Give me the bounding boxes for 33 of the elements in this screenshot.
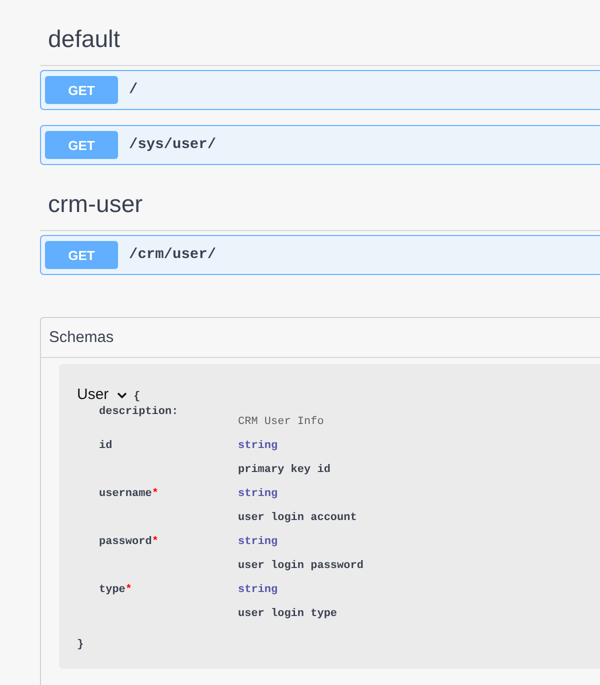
endpoint-row[interactable]: GET /crm/user/ (40, 235, 600, 275)
close-brace: } (77, 639, 84, 651)
model-description: CRM User Info (238, 416, 324, 428)
endpoint-row[interactable]: GET /sys/user/ (40, 125, 600, 165)
property-name: id (99, 440, 112, 452)
chevron-down-icon[interactable] (116, 392, 127, 398)
property-type: string (238, 584, 278, 596)
property-type: string (238, 536, 278, 548)
property-name: type (99, 584, 126, 596)
method-badge: GET (45, 131, 118, 159)
property-type: string (238, 440, 278, 452)
property-description: user login password (238, 560, 364, 572)
property-name: username (99, 488, 152, 500)
endpoint-row[interactable]: GET / (40, 70, 600, 110)
property-description: primary key id (238, 464, 330, 476)
model-name[interactable]: User (77, 386, 109, 402)
property-type: string (238, 488, 278, 500)
schemas-title[interactable]: Schemas (49, 328, 114, 346)
endpoint-path: /sys/user/ (129, 137, 216, 153)
required-asterisk: * (152, 488, 158, 500)
property-description: user login account (238, 512, 357, 524)
required-asterisk: * (152, 536, 158, 548)
property-description: user login type (238, 608, 338, 620)
property-name: password (99, 536, 152, 548)
method-badge: GET (45, 241, 118, 269)
description-label: description: (99, 406, 178, 418)
tag-heading[interactable]: crm-user (48, 191, 143, 218)
endpoint-path: /crm/user/ (129, 247, 216, 263)
endpoint-path: / (129, 82, 138, 98)
method-badge: GET (45, 76, 118, 104)
required-asterisk: * (125, 584, 132, 596)
tag-heading[interactable]: default (48, 26, 120, 53)
open-brace: { (134, 390, 140, 402)
